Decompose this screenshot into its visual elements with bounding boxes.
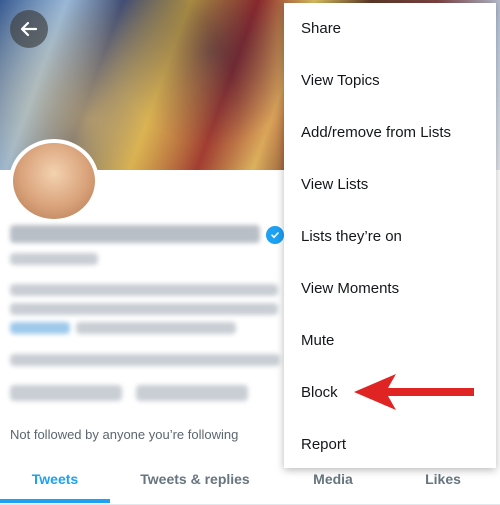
menu-item-lists-theyre-on[interactable]: Lists they’re on — [284, 211, 496, 263]
menu-item-share[interactable]: Share — [284, 3, 496, 55]
followed-by-note: Not followed by anyone you’re following — [10, 427, 239, 442]
active-tab-indicator — [0, 499, 110, 503]
following-count-redacted[interactable] — [10, 385, 122, 401]
display-name-redacted — [10, 225, 260, 243]
bio-line-redacted — [10, 284, 278, 296]
bio-line-redacted — [76, 322, 236, 334]
menu-item-view-moments[interactable]: View Moments — [284, 263, 496, 315]
menu-item-add-remove-lists[interactable]: Add/remove from Lists — [284, 107, 496, 159]
menu-item-view-topics[interactable]: View Topics — [284, 55, 496, 107]
menu-item-mute[interactable]: Mute — [284, 315, 496, 367]
menu-item-report[interactable]: Report — [284, 419, 496, 471]
back-button[interactable] — [10, 10, 48, 48]
followers-count-redacted[interactable] — [136, 385, 248, 401]
username-redacted — [10, 253, 98, 265]
meta-line-redacted — [10, 354, 280, 366]
bio-line-redacted — [10, 303, 278, 315]
avatar[interactable] — [9, 139, 99, 223]
verified-badge-icon — [266, 226, 284, 244]
menu-item-view-lists[interactable]: View Lists — [284, 159, 496, 211]
tab-tweets[interactable]: Tweets — [0, 461, 110, 501]
arrow-left-icon — [20, 21, 38, 37]
tab-tweets-replies[interactable]: Tweets & replies — [118, 461, 272, 501]
bio-line-redacted — [10, 322, 70, 334]
annotation-arrow-icon — [354, 374, 474, 410]
